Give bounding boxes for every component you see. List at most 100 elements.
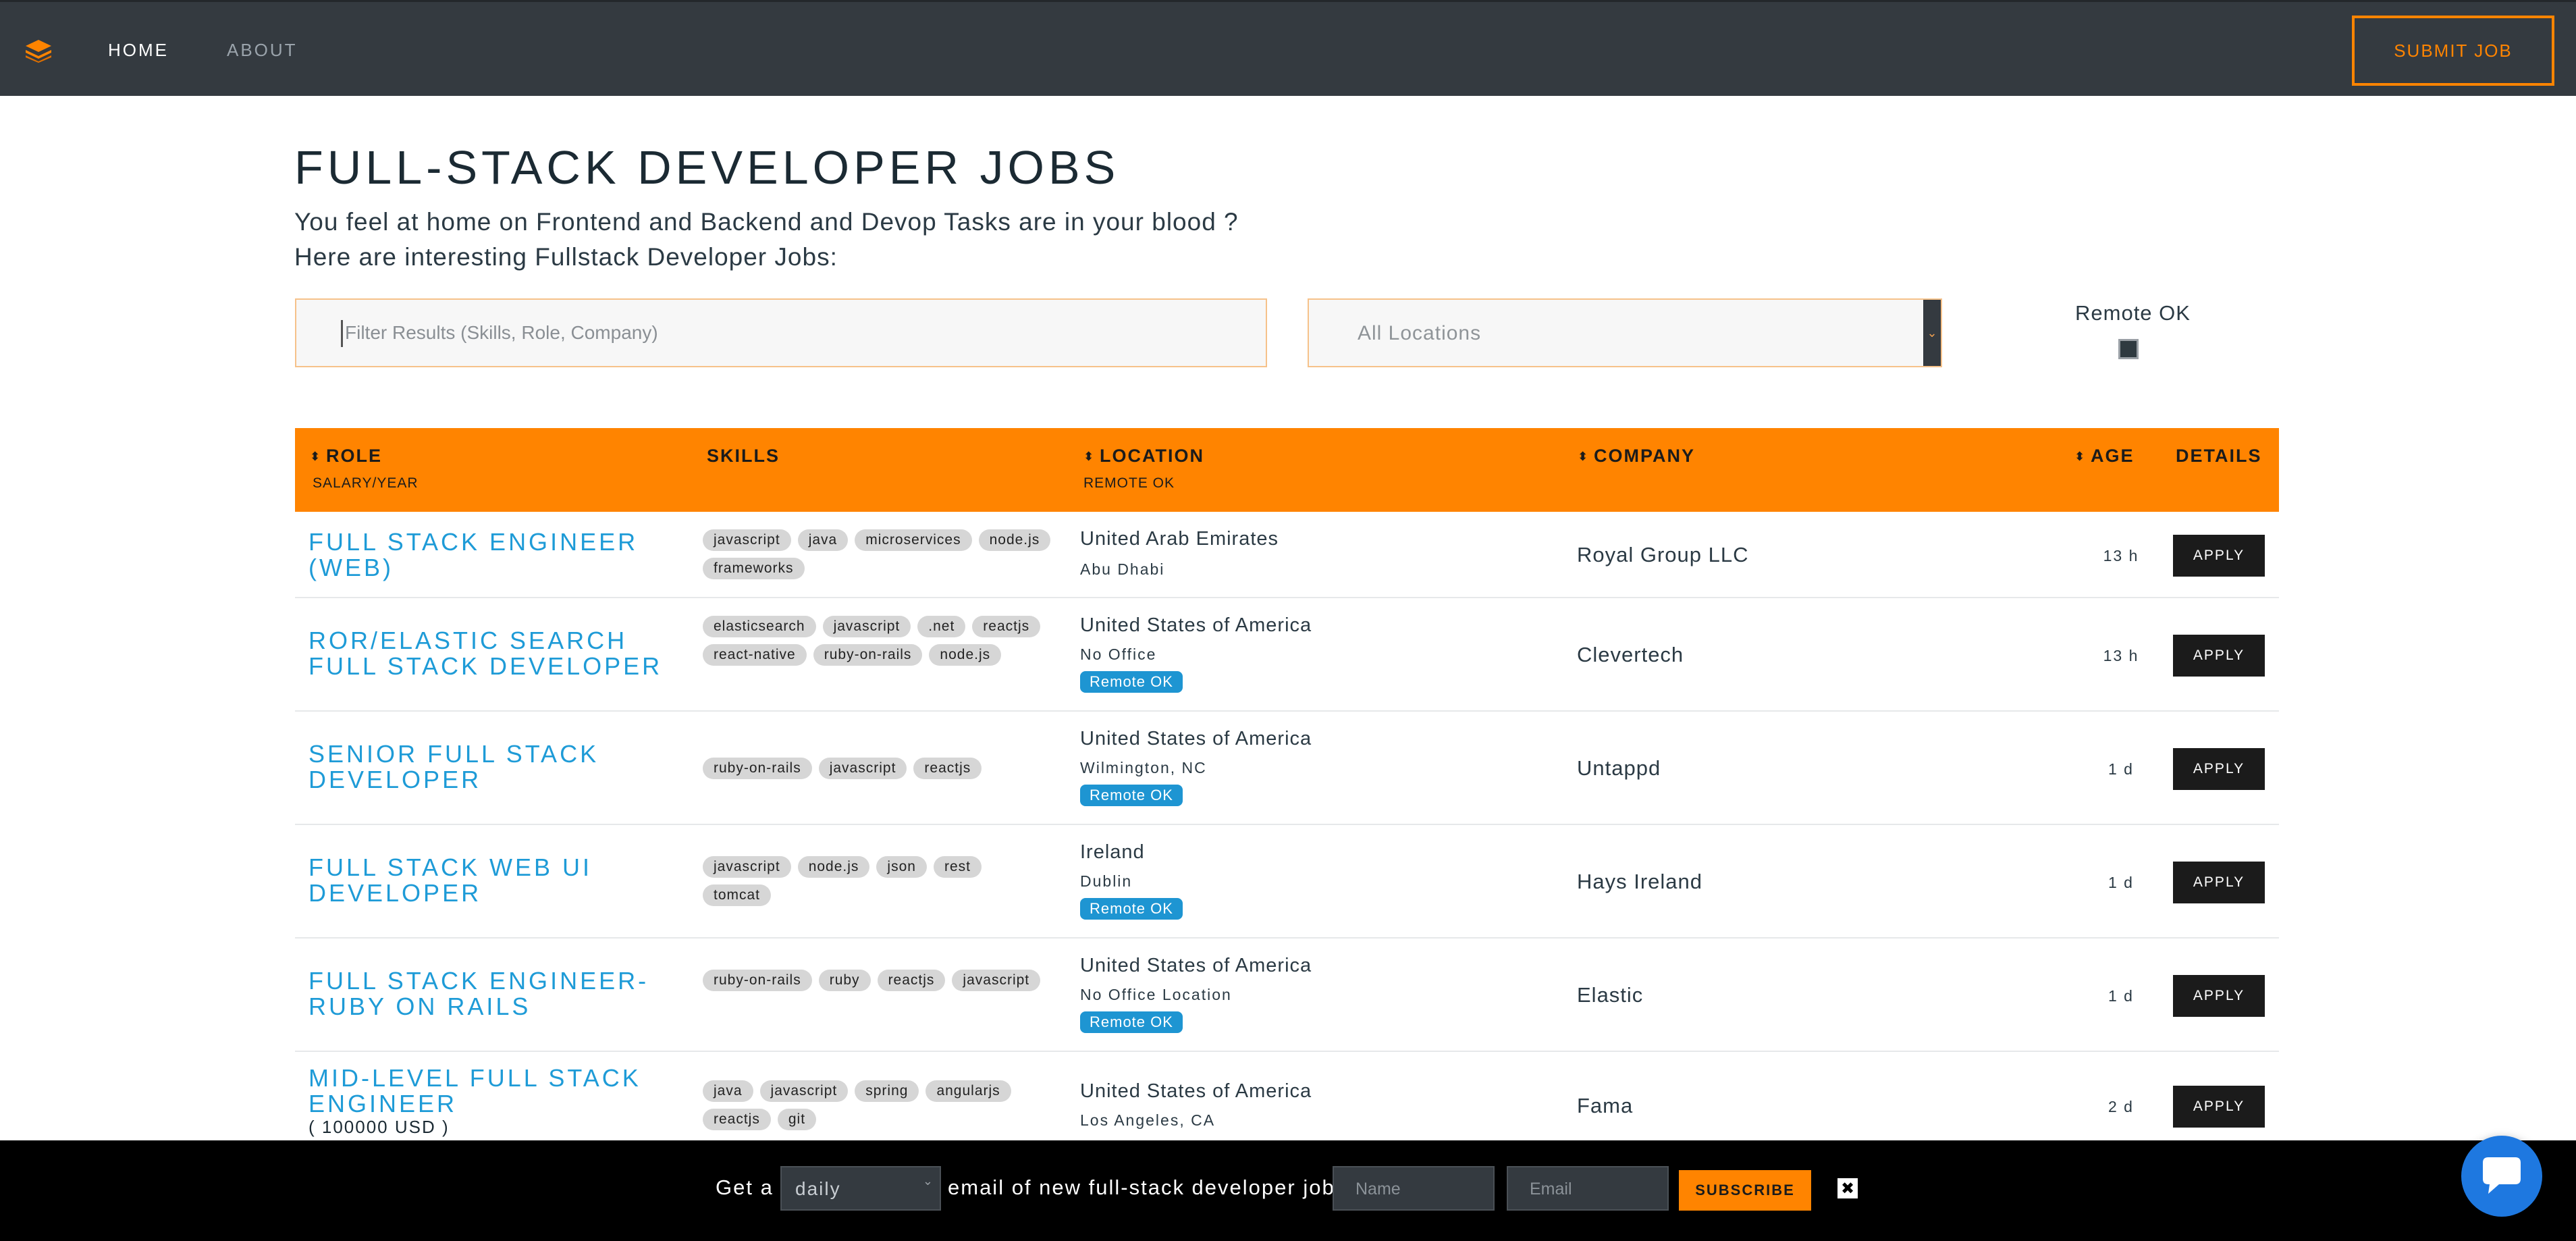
close-icon[interactable]: ✖ (1837, 1178, 1858, 1198)
stack-logo-icon[interactable] (24, 38, 53, 63)
skill-tag[interactable]: javascript (703, 529, 791, 551)
skill-tag[interactable]: ruby-on-rails (813, 644, 923, 666)
page-title: FULL-STACK DEVELOPER JOBS (294, 141, 1120, 194)
skill-tag[interactable]: java (797, 529, 849, 551)
skill-tag[interactable]: .net (917, 616, 966, 637)
skill-tag[interactable]: frameworks (703, 558, 805, 579)
chat-button[interactable] (2461, 1136, 2542, 1217)
job-role-link[interactable]: SENIOR FULL STACK DEVELOPER (308, 741, 687, 793)
location-select-value: All Locations (1358, 322, 1482, 344)
skill-tag[interactable]: javascript (703, 856, 791, 878)
subscribe-prefix: Get a (716, 1176, 774, 1199)
skill-tag[interactable]: ruby-on-rails (703, 758, 812, 779)
column-company-header[interactable]: ⬍ COMPANY (1578, 446, 1695, 467)
chevron-down-icon[interactable]: ⌄ (1923, 300, 1941, 366)
skill-tag[interactable]: javascript (759, 1080, 849, 1102)
column-age-header[interactable]: ⬍ AGE (2074, 446, 2135, 467)
sort-icon[interactable]: ⬍ (1578, 450, 1588, 464)
skill-tag[interactable]: node.js (797, 856, 870, 878)
job-salary: ( 100000 USD ) (308, 1117, 450, 1137)
subscribe-text: email of new full-stack developer jobs (948, 1176, 1347, 1199)
skill-tag[interactable]: git (777, 1109, 817, 1130)
company-name: Fama (1577, 1094, 1634, 1117)
column-role-subheader: SALARY/YEAR (313, 475, 419, 491)
job-role-link[interactable]: FULL STACK WEB UI DEVELOPER (308, 855, 687, 906)
skill-tag[interactable]: react-native (703, 644, 807, 666)
company-name: Hays Ireland (1577, 870, 1703, 893)
page-subtitle-line2: Here are interesting Fullstack Developer… (294, 243, 838, 271)
remote-ok-badge: Remote OK (1080, 1011, 1183, 1033)
skill-tag[interactable]: node.js (929, 644, 1002, 666)
skill-tag[interactable]: json (876, 856, 927, 878)
apply-button[interactable]: APPLY (2173, 1086, 2265, 1128)
job-country: United States of America (1080, 728, 1312, 749)
job-role-link[interactable]: FULL STACK ENGINEER- RUBY ON RAILS (308, 968, 687, 1020)
remote-ok-checkbox[interactable] (2118, 339, 2139, 359)
subscribe-bar: Get a daily ⌄ email of new full-stack de… (0, 1140, 2576, 1241)
subscribe-button[interactable]: SUBSCRIBE (1679, 1170, 1811, 1211)
apply-button[interactable]: APPLY (2173, 862, 2265, 903)
email-input[interactable]: Email (1507, 1166, 1669, 1211)
submit-job-button[interactable]: SUBMIT JOB (2352, 16, 2554, 86)
skill-tag[interactable]: tomcat (703, 884, 772, 906)
column-role-header[interactable]: ⬍ ROLE (310, 446, 382, 467)
skill-tag[interactable]: angularjs (925, 1080, 1011, 1102)
job-age: 13 h (2103, 647, 2139, 664)
remote-ok-label: Remote OK (2075, 301, 2191, 325)
column-location-header[interactable]: ⬍ LOCATION (1083, 446, 1204, 467)
skill-tag[interactable]: reactjs (972, 616, 1041, 637)
job-country: United States of America (1080, 614, 1312, 636)
skills-list: javascript java microservices node.js fr… (703, 529, 1054, 579)
remote-ok-badge: Remote OK (1080, 898, 1183, 920)
apply-button[interactable]: APPLY (2173, 748, 2265, 790)
location-select[interactable]: All Locations ⌄ (1308, 298, 1942, 367)
job-country: United States of America (1080, 1080, 1312, 1102)
table-row[interactable]: FULL STACK ENGINEER- RUBY ON RAILS ruby-… (295, 939, 2279, 1052)
job-city: No Office Location (1080, 986, 1232, 1003)
chevron-down-icon: ⌄ (922, 1174, 934, 1188)
apply-button[interactable]: APPLY (2173, 635, 2265, 677)
job-age: 13 h (2103, 547, 2139, 564)
search-input[interactable]: Filter Results (Skills, Role, Company) (295, 298, 1267, 367)
table-row[interactable]: FULL STACK ENGINEER (WEB) javascript jav… (295, 512, 2279, 598)
skill-tag[interactable]: ruby (818, 970, 871, 991)
page-subtitle-line1: You feel at home on Frontend and Backend… (294, 208, 1239, 236)
skill-tag[interactable]: javascript (822, 616, 911, 637)
skill-tag[interactable]: node.js (978, 529, 1051, 551)
text-caret (341, 320, 343, 347)
apply-button[interactable]: APPLY (2173, 535, 2265, 577)
search-placeholder: Filter Results (Skills, Role, Company) (345, 322, 658, 343)
skill-tag[interactable]: ruby-on-rails (703, 970, 812, 991)
sort-icon[interactable]: ⬍ (310, 450, 320, 464)
table-row[interactable]: ROR/ELASTIC SEARCH FULL STACK DEVELOPER … (295, 598, 2279, 712)
table-row[interactable]: FULL STACK WEB UI DEVELOPER javascript n… (295, 825, 2279, 939)
job-role-link[interactable]: FULL STACK ENGINEER (WEB) (308, 529, 687, 581)
table-row[interactable]: SENIOR FULL STACK DEVELOPER ruby-on-rail… (295, 712, 2279, 825)
job-city: Wilmington, NC (1080, 759, 1207, 776)
skill-tag[interactable]: spring (855, 1080, 919, 1102)
nav-about-link[interactable]: ABOUT (227, 40, 298, 61)
job-age: 1 d (2108, 987, 2134, 1005)
skill-tag[interactable]: javascript (952, 970, 1041, 991)
job-role-link[interactable]: ROR/ELASTIC SEARCH FULL STACK DEVELOPER (308, 628, 687, 679)
skill-tag[interactable]: reactjs (703, 1109, 771, 1130)
skill-tag[interactable]: java (703, 1080, 753, 1102)
skill-tag[interactable]: rest (933, 856, 982, 878)
skill-tag[interactable]: microservices (855, 529, 972, 551)
skill-tag[interactable]: elasticsearch (703, 616, 816, 637)
job-role-link[interactable]: MID-LEVEL FULL STACK ENGINEER( 100000 US… (308, 1065, 687, 1138)
frequency-select[interactable]: daily ⌄ (780, 1166, 941, 1211)
table-header: ⬍ ROLE SALARY/YEAR SKILLS ⬍ LOCATION REMOT… (295, 428, 2279, 512)
company-name: Elastic (1577, 983, 1644, 1007)
skills-list: ruby-on-rails javascript reactjs (703, 758, 1054, 779)
skill-tag[interactable]: reactjs (877, 970, 946, 991)
nav-home-link[interactable]: HOME (108, 40, 169, 61)
job-city: No Office (1080, 645, 1157, 663)
sort-icon[interactable]: ⬍ (1083, 450, 1094, 464)
sort-icon[interactable]: ⬍ (2074, 450, 2085, 464)
job-age: 2 d (2108, 1098, 2134, 1115)
apply-button[interactable]: APPLY (2173, 975, 2265, 1017)
skill-tag[interactable]: javascript (818, 758, 907, 779)
name-input[interactable]: Name (1333, 1166, 1495, 1211)
skill-tag[interactable]: reactjs (913, 758, 982, 779)
